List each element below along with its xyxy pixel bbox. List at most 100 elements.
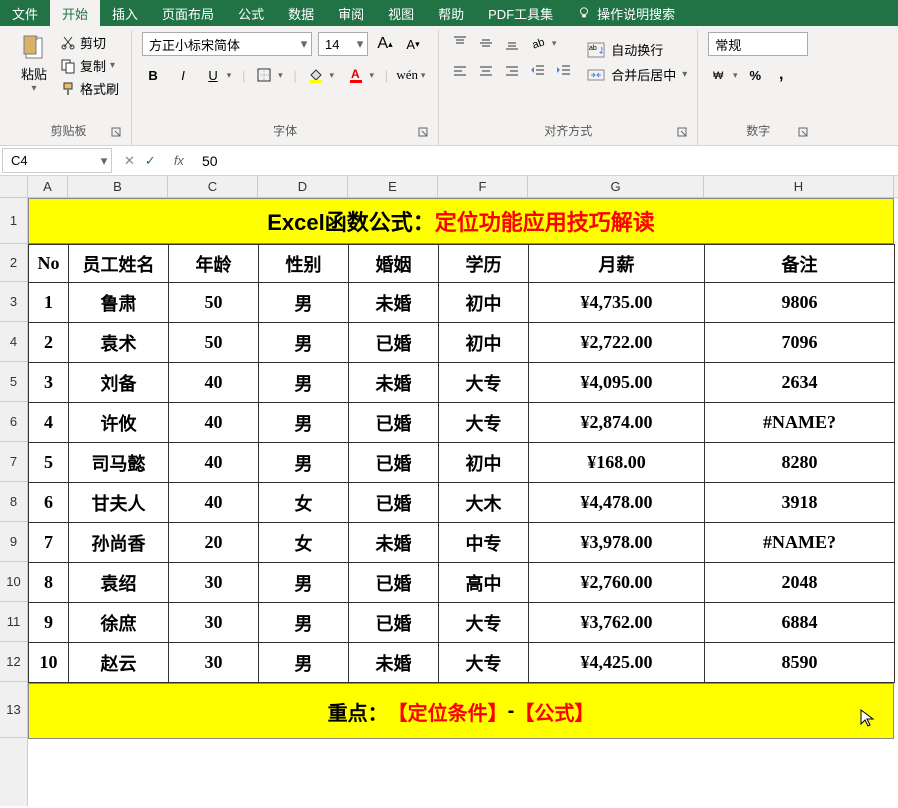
row-header[interactable]: 9 [0, 522, 27, 562]
align-left-button[interactable] [449, 60, 471, 82]
table-cell[interactable]: 40 [169, 443, 259, 483]
table-cell[interactable]: 大专 [439, 643, 529, 683]
table-cell[interactable]: ¥4,478.00 [529, 483, 705, 523]
table-cell[interactable]: 50 [169, 283, 259, 323]
comma-button[interactable]: , [770, 64, 792, 86]
cut-button[interactable]: 剪切 [58, 32, 121, 53]
row-header[interactable]: 7 [0, 442, 27, 482]
chevron-down-icon[interactable]: ▾ [549, 32, 559, 54]
table-cell[interactable]: 已婚 [349, 443, 439, 483]
format-painter-button[interactable]: 格式刷 [58, 78, 121, 99]
dialog-launcher-icon[interactable] [798, 127, 810, 139]
table-cell[interactable]: 7096 [705, 323, 895, 363]
align-top-button[interactable] [449, 32, 471, 54]
table-cell[interactable]: 已婚 [349, 603, 439, 643]
column-header[interactable]: C [168, 176, 258, 197]
table-cell[interactable]: 已婚 [349, 483, 439, 523]
table-cell[interactable]: 9 [29, 603, 69, 643]
table-header-cell[interactable]: 性别 [259, 245, 349, 283]
table-cell[interactable]: 男 [259, 443, 349, 483]
table-cell[interactable]: 1 [29, 283, 69, 323]
fx-icon[interactable]: fx [166, 146, 192, 175]
table-cell[interactable]: 40 [169, 403, 259, 443]
row-header[interactable]: 1 [0, 198, 27, 244]
orientation-button[interactable]: ab [527, 32, 549, 54]
table-cell[interactable]: 2 [29, 323, 69, 363]
table-cell[interactable]: 女 [259, 523, 349, 563]
table-cell[interactable]: 30 [169, 563, 259, 603]
underline-button[interactable]: U [202, 64, 224, 86]
table-cell[interactable]: 甘夫人 [69, 483, 169, 523]
table-cell[interactable]: ¥3,762.00 [529, 603, 705, 643]
chevron-down-icon[interactable]: ▾ [224, 64, 234, 86]
table-cell[interactable]: ¥4,095.00 [529, 363, 705, 403]
column-header[interactable]: H [704, 176, 894, 197]
align-center-button[interactable] [475, 60, 497, 82]
table-header-cell[interactable]: 年龄 [169, 245, 259, 283]
table-cell[interactable]: 初中 [439, 283, 529, 323]
font-name-combo[interactable]: 方正小标宋简体 ▾ [142, 32, 312, 56]
chevron-down-icon[interactable]: ▾ [730, 64, 740, 86]
tab-审阅[interactable]: 审阅 [326, 0, 376, 26]
column-header[interactable]: F [438, 176, 528, 197]
chevron-down-icon[interactable]: ▾ [418, 64, 428, 86]
table-cell[interactable]: 8280 [705, 443, 895, 483]
copy-button[interactable]: 复制 ▾ [58, 55, 121, 76]
table-cell[interactable]: 30 [169, 643, 259, 683]
table-cell[interactable]: 40 [169, 363, 259, 403]
number-format-combo[interactable]: 常规 [708, 32, 808, 56]
table-header-cell[interactable]: 月薪 [529, 245, 705, 283]
table-cell[interactable]: 鲁肃 [69, 283, 169, 323]
table-cell[interactable]: ¥3,978.00 [529, 523, 705, 563]
increase-font-button[interactable]: A▴ [374, 33, 396, 55]
column-header[interactable]: D [258, 176, 348, 197]
cancel-button[interactable]: ✕ [124, 153, 135, 169]
table-cell[interactable]: 女 [259, 483, 349, 523]
tab-页面布局[interactable]: 页面布局 [150, 0, 226, 26]
row-header[interactable]: 12 [0, 642, 27, 682]
title-banner[interactable]: Excel函数公式：定位功能应用技巧解读 [28, 198, 894, 244]
paste-button[interactable]: 粘贴 ▾ [16, 32, 52, 96]
table-cell[interactable]: 50 [169, 323, 259, 363]
table-cell[interactable]: 6 [29, 483, 69, 523]
table-header-cell[interactable]: 学历 [439, 245, 529, 283]
table-cell[interactable]: 刘备 [69, 363, 169, 403]
column-header[interactable]: E [348, 176, 438, 197]
align-right-button[interactable] [501, 60, 523, 82]
table-cell[interactable]: 男 [259, 563, 349, 603]
table-cell[interactable]: 3918 [705, 483, 895, 523]
column-header[interactable]: G [528, 176, 704, 197]
table-cell[interactable]: 男 [259, 643, 349, 683]
align-bottom-button[interactable] [501, 32, 523, 54]
table-cell[interactable]: ¥168.00 [529, 443, 705, 483]
table-cell[interactable]: ¥2,874.00 [529, 403, 705, 443]
decrease-indent-button[interactable] [527, 60, 549, 82]
row-header[interactable]: 11 [0, 602, 27, 642]
tab-插入[interactable]: 插入 [100, 0, 150, 26]
table-cell[interactable]: 9806 [705, 283, 895, 323]
select-all-corner[interactable] [0, 176, 28, 198]
table-cell[interactable]: 袁绍 [69, 563, 169, 603]
row-header[interactable]: 6 [0, 402, 27, 442]
table-cell[interactable]: 男 [259, 603, 349, 643]
table-cell[interactable]: ¥2,722.00 [529, 323, 705, 363]
table-cell[interactable]: 2634 [705, 363, 895, 403]
chevron-down-icon[interactable]: ▾ [275, 64, 285, 86]
accounting-format-button[interactable]: ₩ [708, 64, 730, 86]
table-cell[interactable]: 7 [29, 523, 69, 563]
increase-indent-button[interactable] [553, 60, 575, 82]
percent-button[interactable]: % [744, 64, 766, 86]
table-cell[interactable]: ¥2,760.00 [529, 563, 705, 603]
table-header-cell[interactable]: 婚姻 [349, 245, 439, 283]
table-cell[interactable]: 大专 [439, 363, 529, 403]
tab-数据[interactable]: 数据 [276, 0, 326, 26]
row-header[interactable]: 10 [0, 562, 27, 602]
tab-公式[interactable]: 公式 [226, 0, 276, 26]
chevron-down-icon[interactable]: ▾ [367, 64, 377, 86]
table-cell[interactable]: 男 [259, 283, 349, 323]
table-cell[interactable]: 30 [169, 603, 259, 643]
wrap-text-button[interactable]: ab 自动换行 [587, 40, 687, 59]
table-header-cell[interactable]: 备注 [705, 245, 895, 283]
table-cell[interactable]: 大木 [439, 483, 529, 523]
row-header[interactable]: 8 [0, 482, 27, 522]
